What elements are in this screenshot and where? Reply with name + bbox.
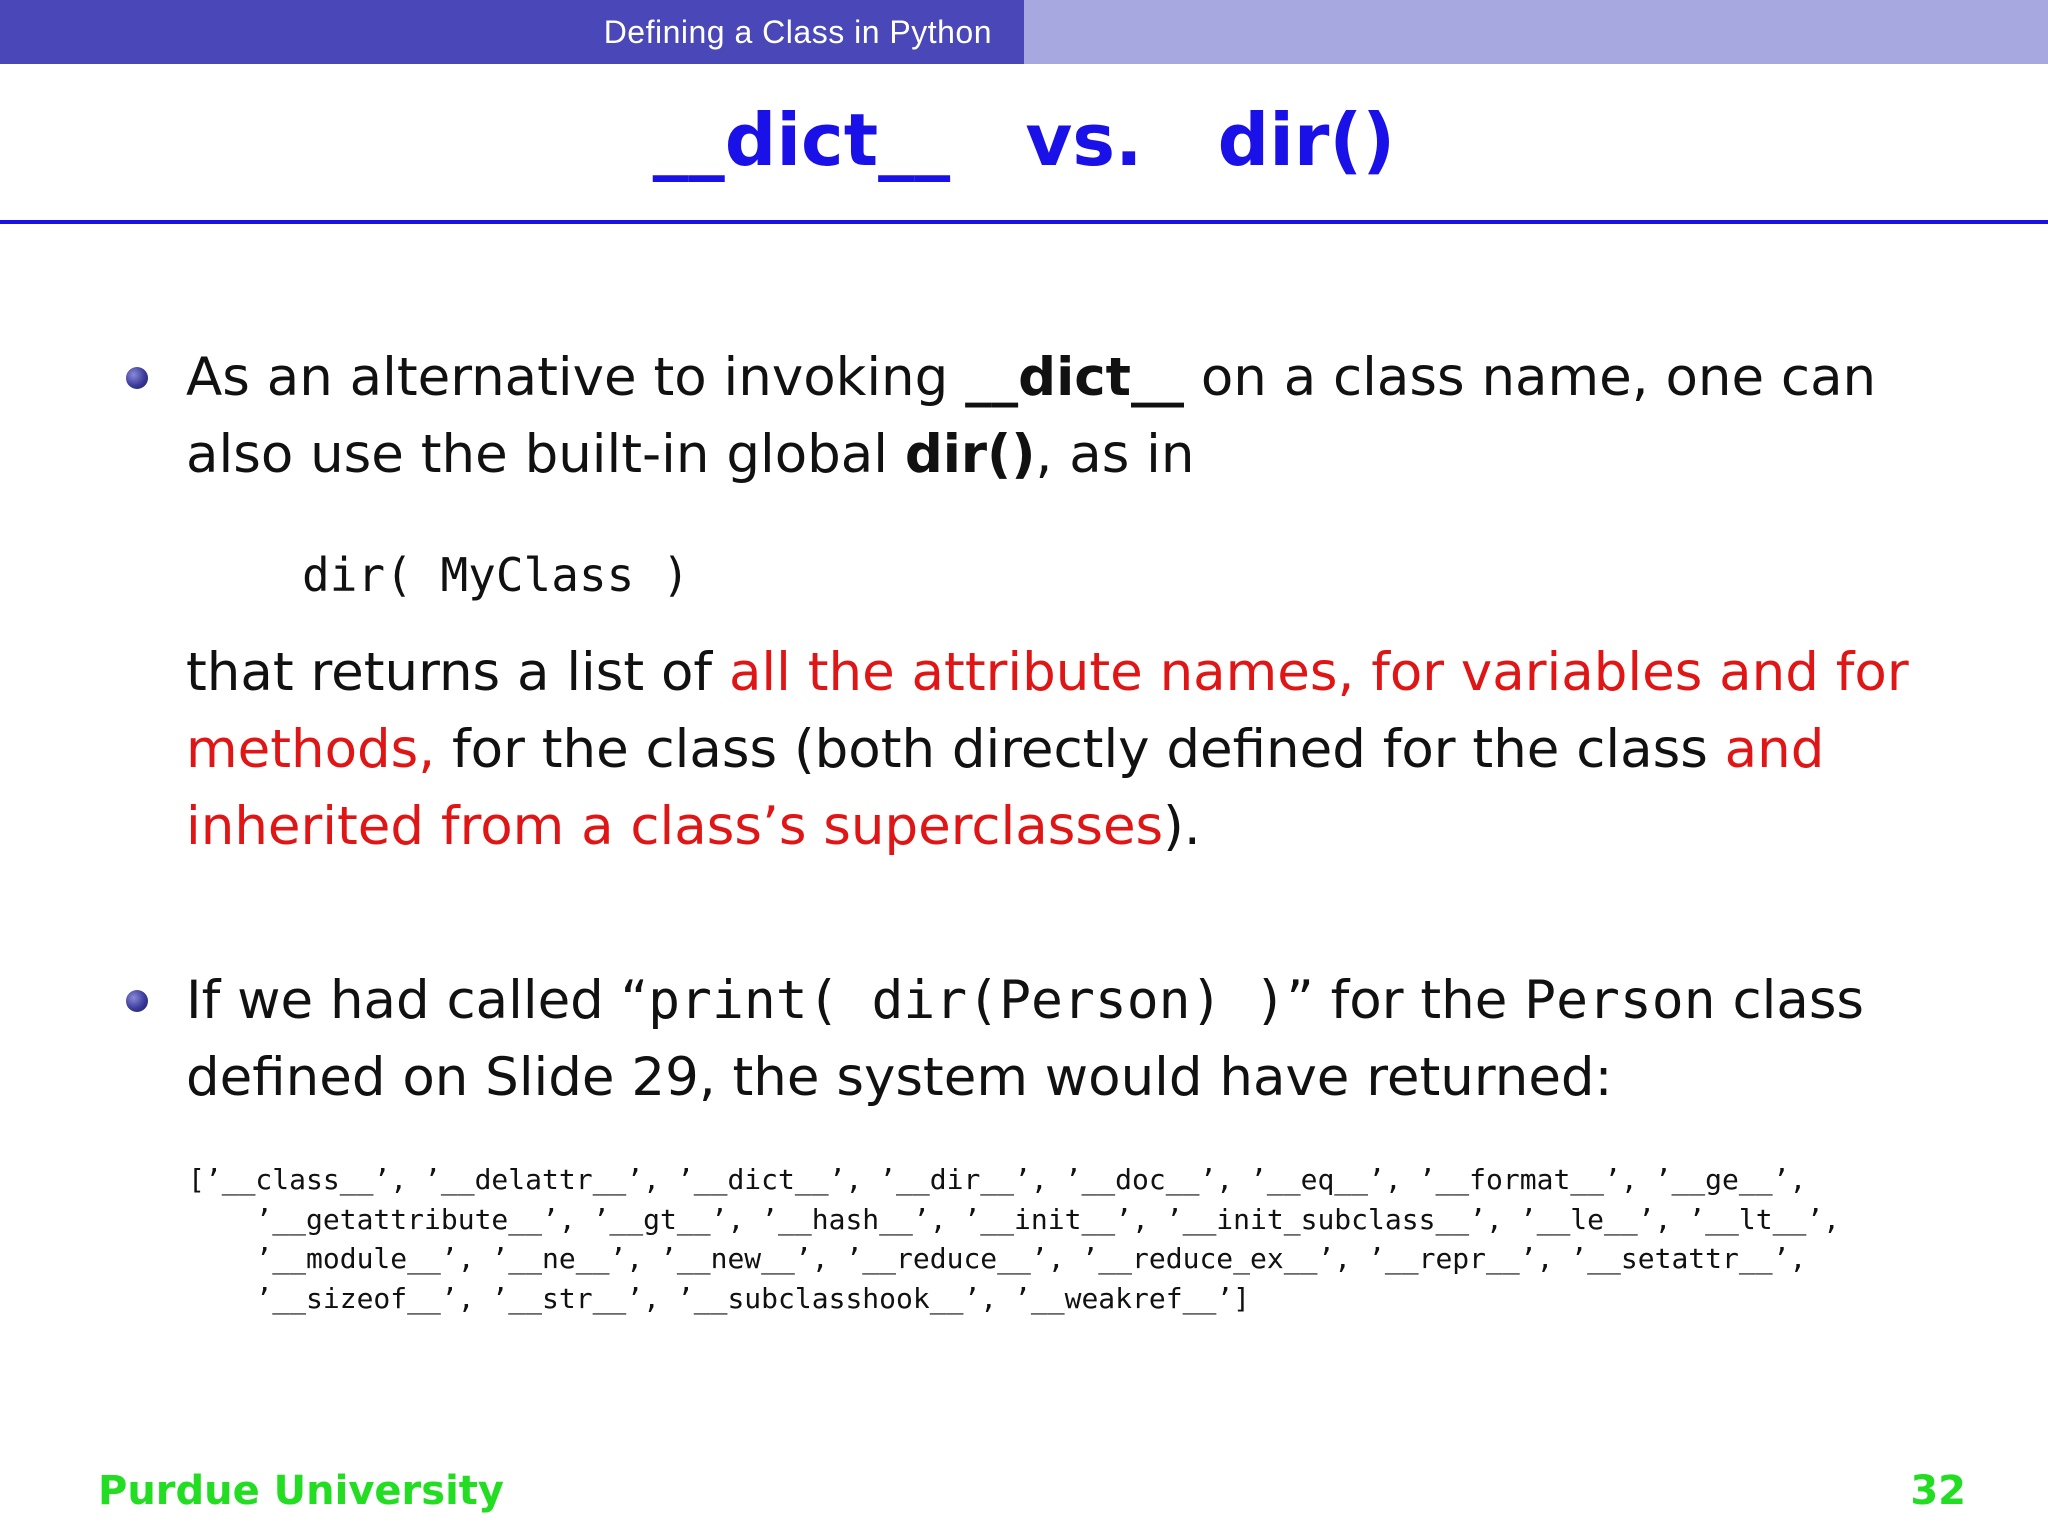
person-class-code: Person [1524,970,1716,1031]
dir-output-block: [’__class__’, ’__delattr__’, ’__dict__’,… [188,1160,2018,1318]
bullet-2-text: If we had called “print( dir(Person) )” … [186,962,1966,1116]
slide-title: __dict__ vs. dir() [652,98,1396,182]
header-accent-panel [1024,0,2048,64]
header-bar: Defining a Class in Python [0,0,2048,64]
bullet-1-text: As an alternative to invoking __dict__ o… [186,339,1966,493]
dir-output-line: [’__class__’, ’__delattr__’, ’__dict__’,… [188,1163,1807,1196]
bullet-2-intro: If we had called “ [186,970,649,1031]
code-example: dir( MyClass ) [302,548,690,602]
header-section-panel: Defining a Class in Python [0,0,1024,64]
continuation-middle: for the class (both directly defined for… [435,719,1725,780]
dir-keyword: dir() [904,424,1036,485]
section-title: Defining a Class in Python [603,13,992,50]
bullet-1-continuation: that returns a list of all the attribute… [186,634,1966,865]
dir-output-line: ’__module__’, ’__ne__’, ’__new__’, ’__re… [188,1242,1807,1275]
print-dir-code: print( dir(Person) ) [648,970,1287,1031]
bullet-1-end: , as in [1035,424,1195,485]
footer-institution: Purdue University [98,1468,504,1514]
title-divider [0,220,2048,224]
continuation-end: ). [1163,796,1201,857]
continuation-intro: that returns a list of [186,642,729,703]
bullet-2-middle: ” for the [1286,970,1525,1031]
dir-output-line: ’__sizeof__’, ’__str__’, ’__subclasshook… [188,1281,1251,1315]
bullet-1-intro: As an alternative to invoking [186,347,966,408]
dir-output-line: ’__getattribute__’, ’__gt__’, ’__hash__’… [188,1202,1841,1236]
bullet-icon [126,367,148,389]
dict-keyword: __dict__ [965,347,1184,408]
page-number: 32 [1910,1468,1966,1514]
bullet-icon [126,990,148,1012]
